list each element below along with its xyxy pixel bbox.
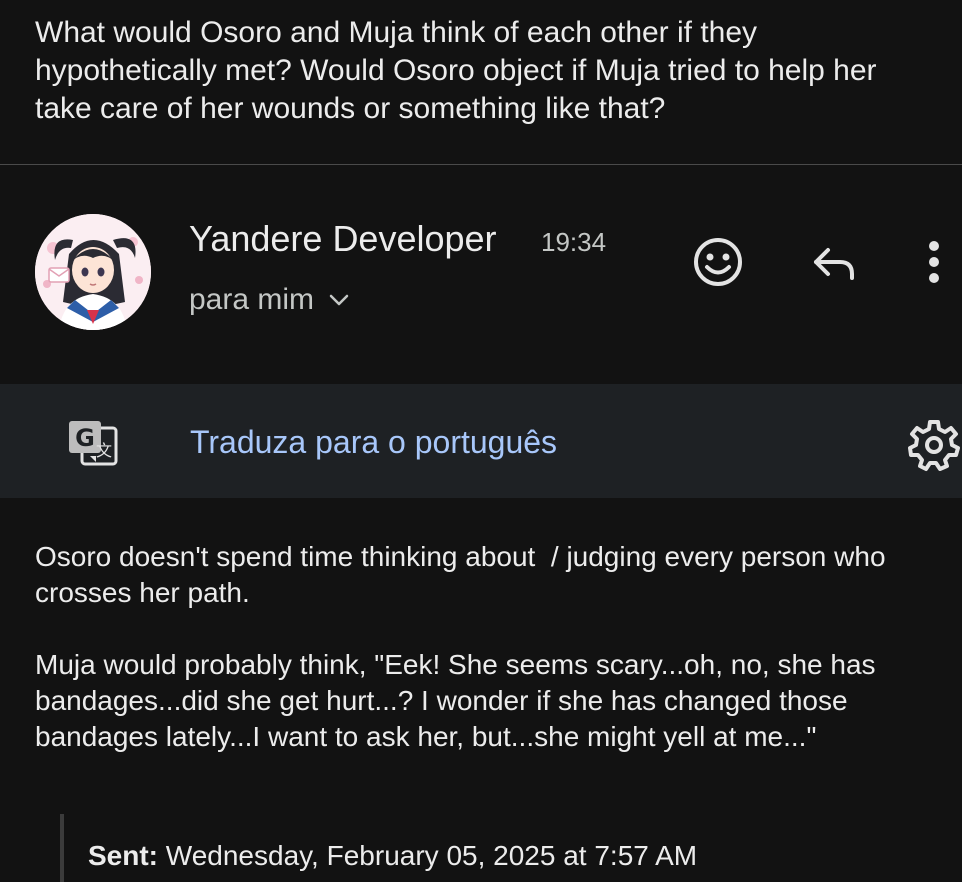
- body-paragraph: Muja would probably think, "Eek! She see…: [35, 649, 884, 752]
- svg-text:文: 文: [96, 441, 112, 460]
- gear-icon: [906, 420, 962, 476]
- sent-label: Sent:: [88, 840, 158, 871]
- message-time: 19:34: [541, 227, 607, 257]
- chevron-down-icon: [328, 293, 350, 307]
- more-options-button[interactable]: [912, 234, 956, 294]
- avatar-image: [35, 214, 151, 330]
- quote-bar: [60, 814, 64, 882]
- divider: [0, 164, 962, 165]
- recipient-toggle[interactable]: para mim: [189, 280, 350, 320]
- quoted-question: What would Osoro and Muja think of each …: [35, 16, 885, 125]
- email-screen: What would Osoro and Muja think of each …: [0, 0, 962, 882]
- translate-settings-button[interactable]: [906, 416, 962, 472]
- sent-line: Sent: Wednesday, February 05, 2025 at 7:…: [88, 838, 697, 874]
- recipient-label: para mim: [189, 283, 315, 316]
- avatar[interactable]: [35, 214, 151, 330]
- google-translate-icon: G 文: [66, 418, 120, 468]
- sender-name[interactable]: Yandere Developer: [189, 217, 497, 261]
- add-reaction-button[interactable]: [688, 234, 748, 294]
- more-vert-icon: [927, 240, 941, 289]
- sent-value: Wednesday, February 05, 2025 at 7:57 AM: [165, 840, 698, 871]
- translate-link[interactable]: Traduza para o português: [190, 422, 557, 462]
- svg-text:G: G: [75, 424, 95, 452]
- reply-button[interactable]: [804, 234, 864, 294]
- add-reaction-icon: [692, 236, 744, 293]
- body-paragraph: Osoro doesn't spend time thinking about …: [35, 541, 894, 608]
- reply-icon: [810, 242, 858, 287]
